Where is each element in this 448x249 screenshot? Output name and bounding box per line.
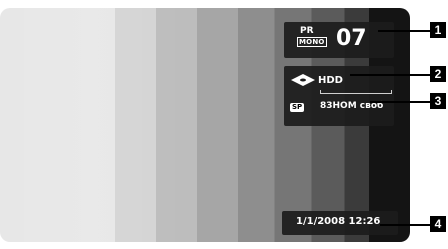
program-label: PR <box>300 26 314 36</box>
callout-2: 2 <box>430 66 446 82</box>
clock-box: 1/1/2008 12:26 <box>282 211 398 235</box>
callout-1: 1 <box>430 22 446 38</box>
callout-3: 3 <box>430 93 446 109</box>
channel-info-box: PR MONO 07 <box>284 22 394 58</box>
callout-line-3 <box>370 101 430 103</box>
callout-line-2 <box>350 74 430 76</box>
space-indicator-bar <box>320 90 392 94</box>
tv-screen: PR MONO 07 HDD SP 83HOM своб 1/1/2008 12… <box>0 8 410 242</box>
callout-line-4 <box>380 224 430 226</box>
record-mode-badge: SP <box>290 103 305 112</box>
date-time-text: 1/1/2008 12:26 <box>296 216 381 227</box>
channel-number: 07 <box>336 26 367 51</box>
storage-device-label: HDD <box>318 75 343 86</box>
audio-mode-badge: MONO <box>297 37 327 47</box>
callout-line-1 <box>378 30 430 32</box>
callout-4: 4 <box>430 216 446 232</box>
disc-icon <box>291 74 315 86</box>
